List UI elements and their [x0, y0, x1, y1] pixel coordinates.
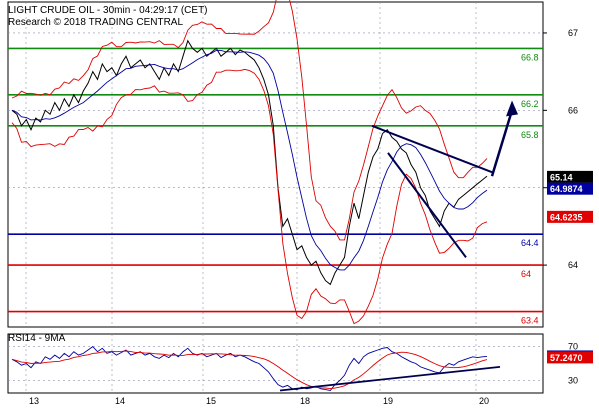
band-value-tag-label: 64.6235 — [550, 212, 583, 222]
rsi-line — [11, 346, 488, 391]
x-tick-label: 18 — [300, 396, 310, 406]
rsi-ma-line — [11, 350, 488, 390]
chart-root: 66.866.265.864.46463.4 13141518192064656… — [0, 0, 599, 413]
projection-arrow-shaft — [490, 109, 514, 177]
chart-title: LIGHT CRUDE OIL - 30min - 04:29:17 (CET) — [8, 5, 208, 16]
level-label: 66.8 — [521, 52, 539, 62]
moving-average-line — [11, 49, 488, 271]
level-label: 64.4 — [521, 238, 539, 248]
level-label: 64 — [521, 269, 531, 279]
x-tick-label: 14 — [115, 396, 125, 406]
rsi-y-tick-label: 70 — [568, 342, 578, 352]
y-tick-label: 67 — [568, 28, 578, 38]
rsi-trend-line — [279, 365, 501, 392]
projection-arrow-head — [506, 100, 518, 117]
rsi-panel-frame — [7, 333, 544, 394]
level-label: 66.2 — [521, 99, 539, 109]
x-tick-label: 19 — [383, 396, 393, 406]
last-price-tag-label: 65.14 — [550, 172, 573, 182]
rsi-y-tick-label: 30 — [568, 375, 578, 385]
rsi-ma-tag-label: 57.2470 — [550, 353, 583, 363]
channel-lower-line — [387, 152, 467, 258]
bollinger-upper-line — [11, 0, 488, 241]
price-line — [11, 39, 488, 286]
x-tick-label: 20 — [479, 396, 489, 406]
chart-subtitle: Research © 2018 TRADING CENTRAL — [8, 17, 183, 28]
rsi-title: RSI14 - 9MA — [8, 333, 66, 344]
y-tick-label: 64 — [568, 260, 578, 270]
x-tick-label: 13 — [29, 396, 39, 406]
level-label: 63.4 — [521, 316, 539, 326]
level-label: 65.8 — [521, 130, 539, 140]
y-tick-label: 66 — [568, 105, 578, 115]
chart-svg: 66.866.265.864.46463.4 13141518192064656… — [7, 0, 593, 406]
ma-value-tag-label: 64.9874 — [550, 184, 583, 194]
x-tick-label: 15 — [206, 396, 216, 406]
